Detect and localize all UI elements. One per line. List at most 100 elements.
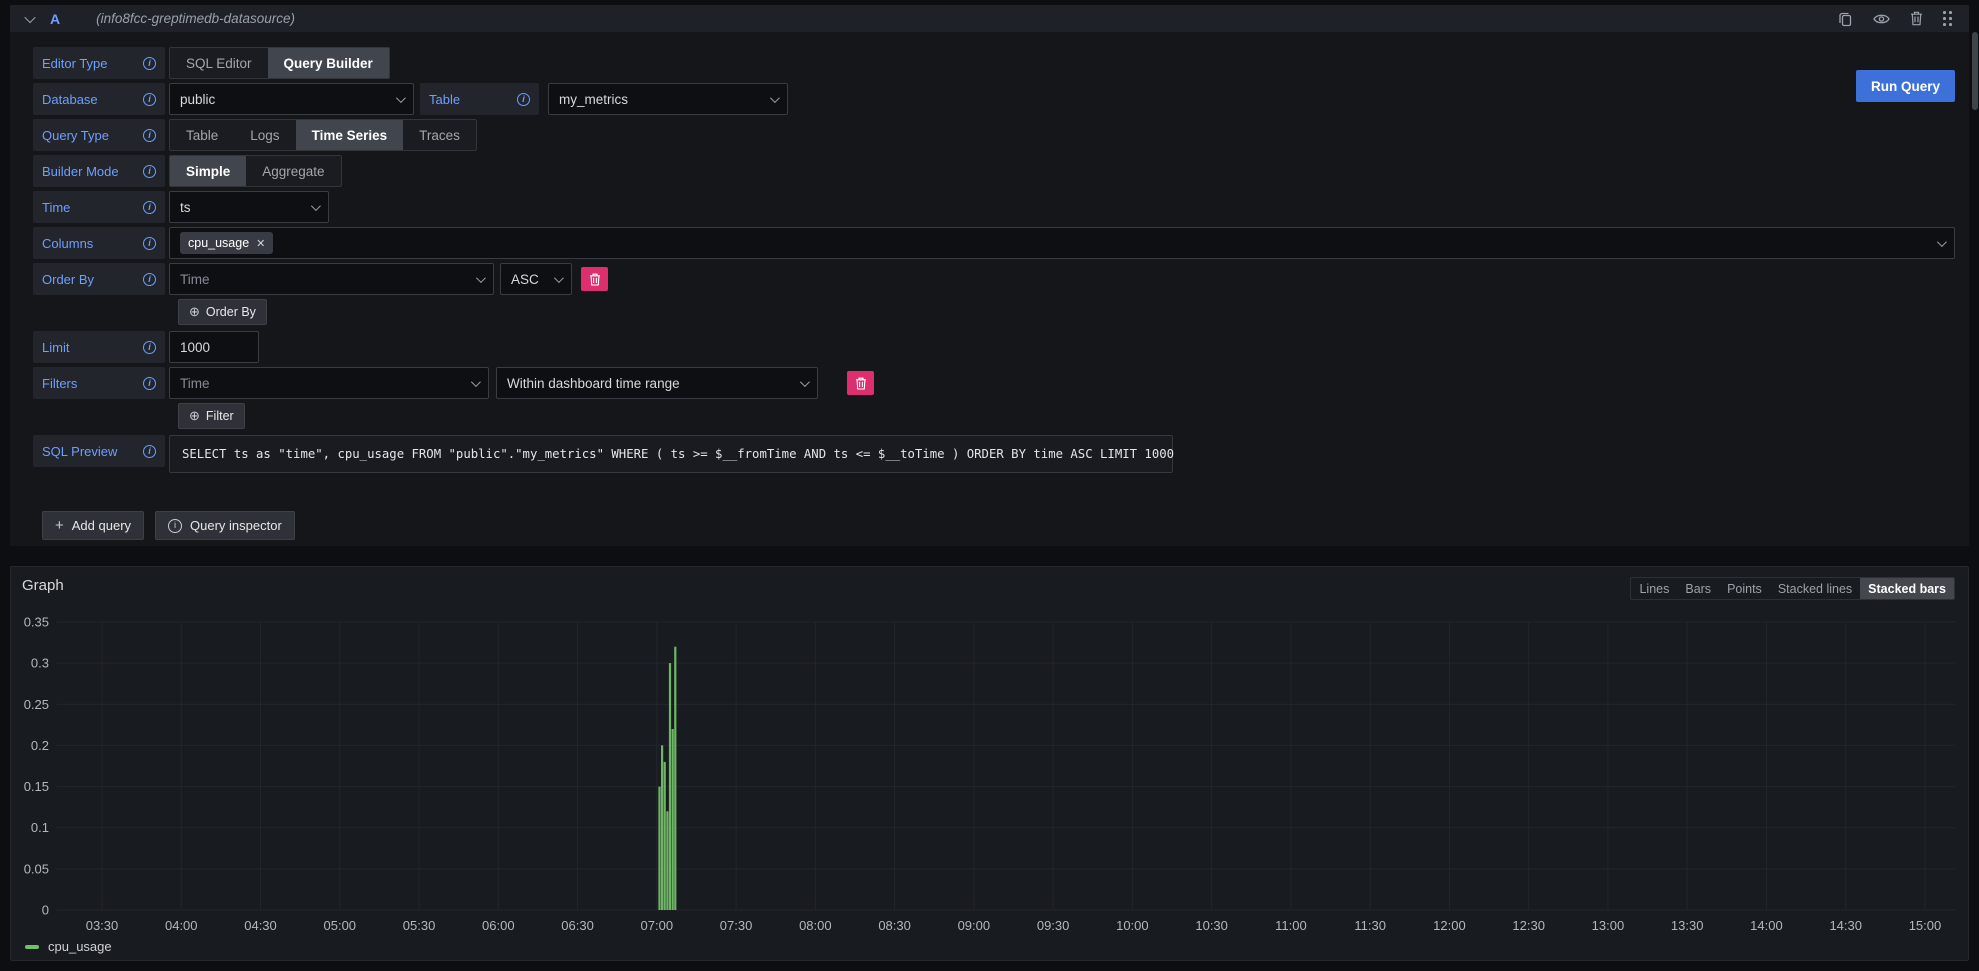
editor-type-option-sql-editor[interactable]: SQL Editor xyxy=(170,48,268,78)
x-axis-tick-label: 08:30 xyxy=(878,918,911,933)
builder-mode-option-aggregate[interactable]: Aggregate xyxy=(246,156,340,186)
y-axis-tick-label: 0.25 xyxy=(24,697,49,712)
graph-style-points[interactable]: Points xyxy=(1719,578,1770,599)
info-icon[interactable]: i xyxy=(143,129,156,142)
plus-icon: + xyxy=(55,517,64,534)
bar xyxy=(674,647,676,910)
chevron-down-icon xyxy=(311,201,321,211)
query-inspector-button[interactable]: i Query inspector xyxy=(155,511,295,540)
graph-style-bars[interactable]: Bars xyxy=(1677,578,1719,599)
y-axis-tick-label: 0.35 xyxy=(24,615,49,630)
x-axis-tick-label: 05:00 xyxy=(324,918,357,933)
x-axis-tick-label: 09:00 xyxy=(958,918,991,933)
row-sql-preview: SQL Preview i SELECT ts as "time", cpu_u… xyxy=(33,435,1955,473)
filter-field-select[interactable]: Time xyxy=(169,367,489,399)
scrollbar-thumb[interactable] xyxy=(1972,32,1978,110)
table-select[interactable]: my_metrics xyxy=(548,83,788,115)
x-axis-tick-label: 04:00 xyxy=(165,918,198,933)
order-by-field-select[interactable]: Time xyxy=(169,263,494,295)
x-axis-tick-label: 06:00 xyxy=(482,918,515,933)
x-axis-tick-label: 09:30 xyxy=(1037,918,1070,933)
drag-handle-icon[interactable] xyxy=(1943,11,1953,27)
x-axis-tick-label: 10:00 xyxy=(1116,918,1149,933)
query-footer: + Add query i Query inspector xyxy=(33,477,1955,540)
filter-condition-select[interactable]: Within dashboard time range xyxy=(496,367,818,399)
y-axis-tick-label: 0.1 xyxy=(31,820,49,835)
x-axis-tick-label: 08:00 xyxy=(799,918,832,933)
editor-type-label: Editor Type i xyxy=(33,47,165,79)
info-icon[interactable]: i xyxy=(143,201,156,214)
x-axis-tick-label: 07:00 xyxy=(641,918,674,933)
chevron-down-icon xyxy=(396,93,406,103)
info-icon[interactable]: i xyxy=(143,237,156,250)
eye-icon[interactable] xyxy=(1873,13,1890,25)
remove-filter-button[interactable] xyxy=(847,371,874,395)
query-type-toggle: Table Logs Time Series Traces xyxy=(169,119,477,151)
column-tag: cpu_usage ✕ xyxy=(180,232,273,254)
chevron-down-icon xyxy=(800,377,810,387)
y-axis-tick-label: 0.05 xyxy=(24,861,49,876)
legend-item[interactable]: cpu_usage xyxy=(25,939,112,954)
time-select[interactable]: ts xyxy=(169,191,329,223)
x-axis-tick-label: 11:00 xyxy=(1275,918,1307,933)
chevron-down-icon xyxy=(476,273,486,283)
add-order-by-button[interactable]: ⊕ Order By xyxy=(178,299,267,325)
trash-icon xyxy=(855,377,867,390)
query-ref-id: A xyxy=(50,11,60,27)
query-row-header[interactable]: A (info8fcc-greptimedb-datasource) xyxy=(10,5,1969,32)
remove-order-by-button[interactable] xyxy=(581,267,608,291)
columns-multiselect[interactable]: cpu_usage ✕ xyxy=(169,227,1955,259)
query-type-option-logs[interactable]: Logs xyxy=(234,120,295,150)
add-query-button[interactable]: + Add query xyxy=(42,511,144,540)
info-icon[interactable]: i xyxy=(143,57,156,70)
x-axis-tick-label: 14:30 xyxy=(1829,918,1862,933)
limit-input[interactable] xyxy=(169,331,259,363)
sql-preview-label: SQL Preview i xyxy=(33,435,165,467)
info-icon[interactable]: i xyxy=(143,273,156,286)
add-filter-button[interactable]: ⊕ Filter xyxy=(178,403,245,429)
info-icon[interactable]: i xyxy=(143,93,156,106)
query-type-option-time-series[interactable]: Time Series xyxy=(296,120,404,150)
info-icon[interactable]: i xyxy=(143,165,156,178)
copy-icon[interactable] xyxy=(1838,11,1853,27)
x-axis-tick-label: 15:00 xyxy=(1909,918,1942,933)
builder-mode-option-simple[interactable]: Simple xyxy=(170,156,246,186)
filters-label: Filters i xyxy=(33,367,165,399)
bar xyxy=(658,787,660,910)
query-type-option-traces[interactable]: Traces xyxy=(403,120,476,150)
info-icon[interactable]: i xyxy=(517,93,530,106)
chevron-down-icon xyxy=(1937,237,1947,247)
y-axis-tick-label: 0 xyxy=(42,903,49,918)
row-filters: Filters i Time Within dashboard time ran… xyxy=(33,367,1955,399)
x-axis-tick-label: 07:30 xyxy=(720,918,753,933)
graph-style-stacked-lines[interactable]: Stacked lines xyxy=(1770,578,1860,599)
x-axis-tick-label: 13:30 xyxy=(1671,918,1704,933)
builder-mode-label: Builder Mode i xyxy=(33,155,165,187)
graph-style-lines[interactable]: Lines xyxy=(1631,578,1677,599)
database-select[interactable]: public xyxy=(169,83,414,115)
time-series-chart[interactable]: 00.050.10.150.20.250.30.3503:3004:0004:3… xyxy=(11,567,1968,960)
editor-type-option-query-builder[interactable]: Query Builder xyxy=(268,48,389,78)
info-circle-icon: i xyxy=(168,519,182,533)
x-axis-tick-label: 06:30 xyxy=(561,918,594,933)
sql-preview-text: SELECT ts as "time", cpu_usage FROM "pub… xyxy=(182,447,1174,461)
info-icon[interactable]: i xyxy=(143,341,156,354)
graph-style-stacked-bars[interactable]: Stacked bars xyxy=(1860,578,1954,599)
trash-icon[interactable] xyxy=(1910,11,1923,26)
query-type-option-table[interactable]: Table xyxy=(170,120,234,150)
x-axis-tick-label: 03:30 xyxy=(86,918,119,933)
builder-mode-toggle: Simple Aggregate xyxy=(169,155,342,187)
close-icon[interactable]: ✕ xyxy=(256,237,265,250)
order-by-label: Order By i xyxy=(33,263,165,295)
row-order-by: Order By i Time ASC xyxy=(33,263,1955,295)
chevron-down-icon xyxy=(471,377,481,387)
info-icon[interactable]: i xyxy=(143,377,156,390)
info-icon[interactable]: i xyxy=(143,445,156,458)
chevron-down-icon xyxy=(554,273,564,283)
row-query-type: Query Type i Table Logs Time Series Trac… xyxy=(33,119,1955,151)
order-by-direction-select[interactable]: ASC xyxy=(500,263,572,295)
y-axis-tick-label: 0.3 xyxy=(31,656,49,671)
run-query-button[interactable]: Run Query xyxy=(1856,70,1955,102)
legend-label: cpu_usage xyxy=(48,939,112,954)
chevron-down-icon[interactable] xyxy=(24,11,35,22)
